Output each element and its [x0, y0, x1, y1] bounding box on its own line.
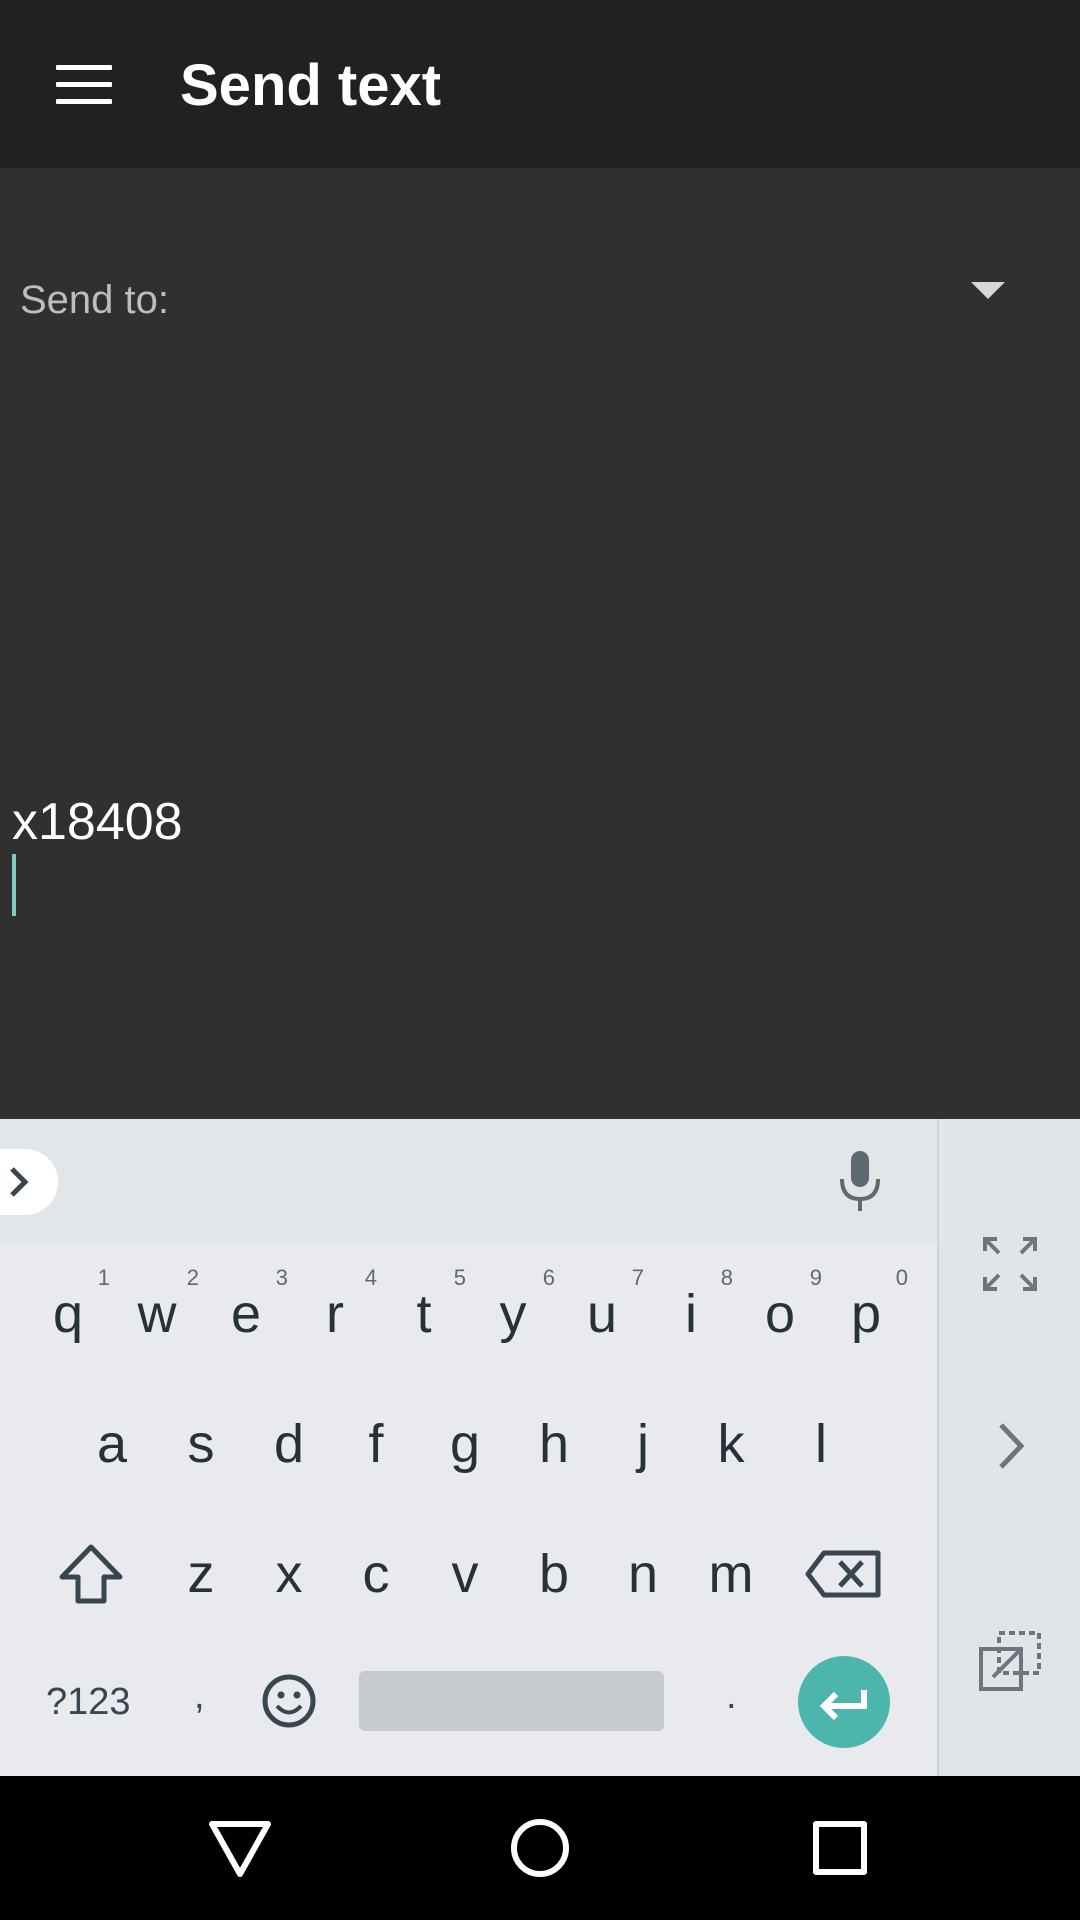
shift-key[interactable]	[46, 1529, 136, 1619]
floating-keyboard-button[interactable]	[965, 1619, 1055, 1709]
key-x[interactable]: x	[245, 1513, 333, 1631]
key-m[interactable]: m	[687, 1513, 775, 1631]
key-t[interactable]: t5	[380, 1253, 468, 1371]
hamburger-menu-icon	[56, 65, 112, 70]
undock-keyboard-icon	[979, 1631, 1041, 1691]
key-w[interactable]: w2	[113, 1253, 201, 1371]
recents-button[interactable]	[800, 1808, 880, 1888]
next-panel-button[interactable]	[965, 1401, 1055, 1491]
key-b[interactable]: b	[510, 1513, 598, 1631]
space-key[interactable]	[359, 1671, 664, 1731]
key-r[interactable]: r4	[291, 1253, 379, 1371]
key-d[interactable]: d	[245, 1383, 333, 1501]
period-key[interactable]: .	[712, 1659, 756, 1739]
system-navigation-bar	[0, 1776, 1080, 1920]
app-bar: Send text	[0, 0, 1080, 168]
key-a[interactable]: a	[68, 1383, 156, 1501]
key-h[interactable]: h	[510, 1383, 598, 1501]
fullscreen-button[interactable]	[965, 1219, 1055, 1309]
key-u[interactable]: u7	[558, 1253, 646, 1371]
key-z[interactable]: z	[157, 1513, 245, 1631]
dropdown-arrow-icon[interactable]	[971, 282, 1005, 299]
microphone-icon	[840, 1151, 880, 1211]
key-n[interactable]: n	[599, 1513, 687, 1631]
key-q[interactable]: q1	[24, 1253, 112, 1371]
text-cursor	[12, 854, 16, 916]
enter-key[interactable]	[798, 1656, 890, 1748]
enter-return-icon	[819, 1690, 867, 1721]
back-triangle-icon	[209, 1821, 271, 1877]
backspace-key[interactable]	[800, 1529, 890, 1619]
key-s[interactable]: s	[157, 1383, 245, 1501]
message-input[interactable]: x18408	[0, 768, 1080, 1088]
key-j[interactable]: j	[599, 1383, 687, 1501]
send-to-label: Send to:	[20, 278, 170, 322]
home-circle-icon	[511, 1819, 569, 1877]
shift-icon	[59, 1544, 123, 1604]
key-i[interactable]: i8	[647, 1253, 735, 1371]
key-c[interactable]: c	[332, 1513, 420, 1631]
key-e[interactable]: e3	[202, 1253, 290, 1371]
soft-keyboard: q1 w2 e3 r4 t5 y6 u7 i8 o9 p0 a s d f g …	[0, 1119, 1080, 1776]
symbols-key[interactable]: ?123	[30, 1671, 150, 1731]
chevron-right-icon	[999, 1423, 1025, 1469]
voice-input-button[interactable]	[820, 1139, 900, 1223]
comma-key[interactable]: ,	[180, 1659, 224, 1739]
key-v[interactable]: v	[421, 1513, 509, 1631]
menu-button[interactable]	[40, 45, 128, 123]
page-title: Send text	[180, 53, 442, 118]
suggestion-strip	[0, 1119, 937, 1243]
home-button[interactable]	[500, 1808, 580, 1888]
back-button[interactable]	[200, 1808, 280, 1888]
message-text: x18408	[12, 793, 183, 851]
key-o[interactable]: o9	[736, 1253, 824, 1371]
emoji-key[interactable]	[259, 1659, 319, 1743]
keyboard-side-panel	[937, 1119, 1080, 1776]
recents-square-icon	[813, 1821, 867, 1875]
backspace-icon	[805, 1550, 881, 1598]
chevron-right-icon	[10, 1167, 29, 1197]
key-l[interactable]: l	[777, 1383, 865, 1501]
key-g[interactable]: g	[421, 1383, 509, 1501]
emoji-icon	[262, 1674, 316, 1728]
expand-toolbar-button[interactable]	[0, 1149, 58, 1215]
fullscreen-icon	[983, 1237, 1037, 1291]
send-to-dropdown[interactable]: Send to:	[0, 248, 1080, 348]
main-content: Send to: x18408	[0, 168, 1080, 1119]
key-y[interactable]: y6	[469, 1253, 557, 1371]
key-f[interactable]: f	[332, 1383, 420, 1501]
key-p[interactable]: p0	[822, 1253, 910, 1371]
key-k[interactable]: k	[687, 1383, 775, 1501]
